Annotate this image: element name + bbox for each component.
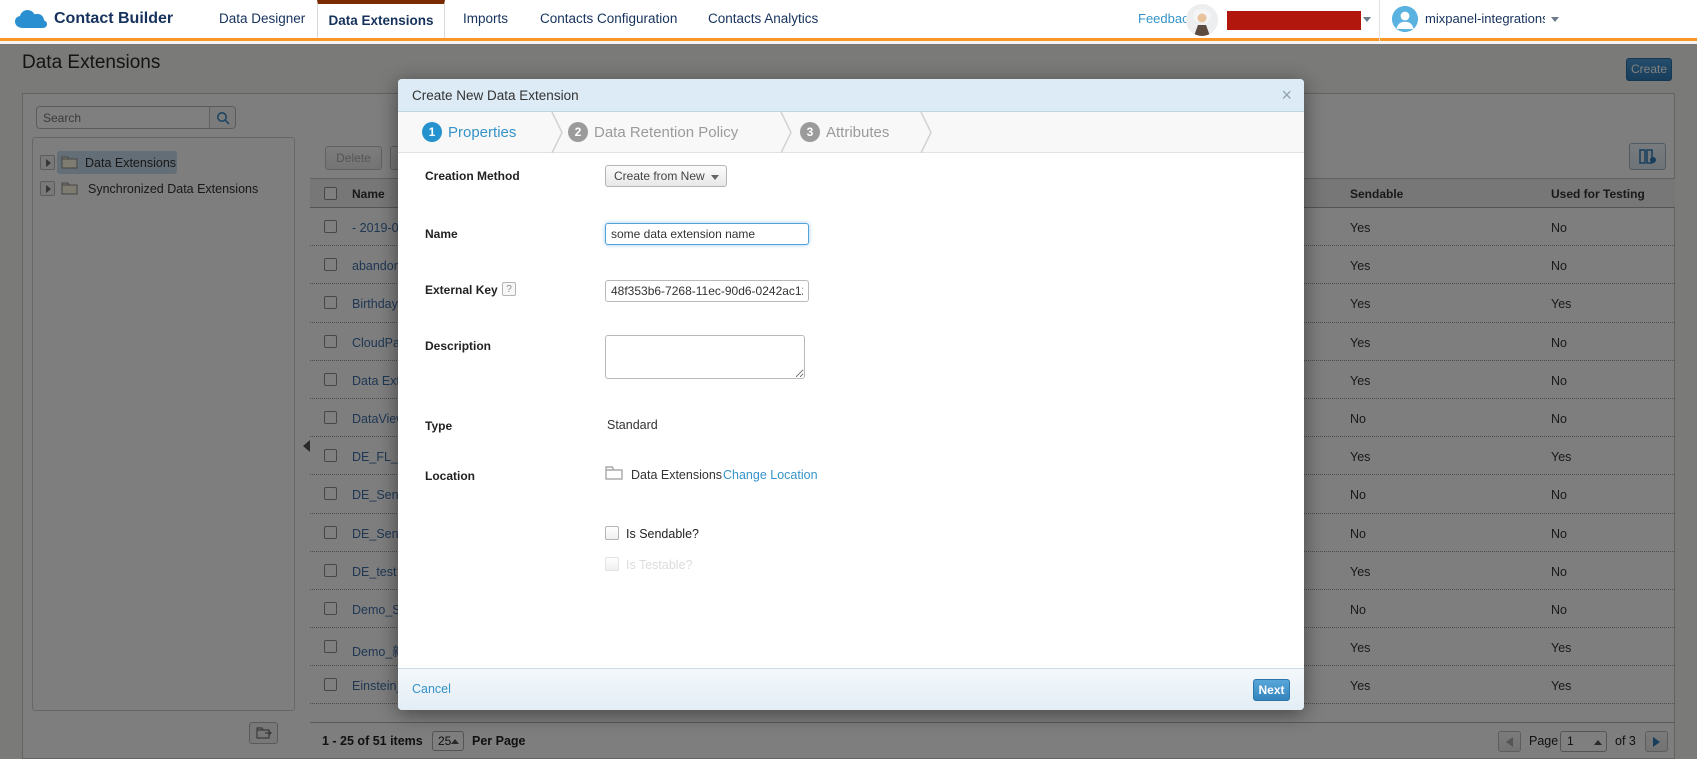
type-label: Type	[425, 419, 452, 433]
step-1-badge: 1	[422, 122, 442, 142]
step-data-retention-policy[interactable]: Data Retention Policy	[594, 112, 738, 153]
cloud-logo-icon	[14, 8, 48, 37]
creation-method-value: Create from New	[614, 169, 705, 183]
modal-footer: Cancel Next	[398, 668, 1304, 710]
step-separator-icon	[779, 112, 793, 153]
name-label: Name	[425, 227, 458, 241]
folder-icon	[605, 466, 623, 485]
step-3-badge: 3	[800, 122, 820, 142]
is-sendable-label: Is Sendable?	[626, 527, 699, 541]
app-title: Contact Builder	[54, 0, 173, 38]
change-location-link[interactable]: Change Location	[723, 468, 818, 482]
close-icon[interactable]: ×	[1281, 79, 1292, 112]
modal-title: Create New Data Extension	[412, 88, 579, 103]
modal-title-bar: Create New Data Extension ×	[398, 79, 1304, 112]
tab-data-extensions[interactable]: Data Extensions	[317, 0, 445, 38]
user-avatar-icon[interactable]	[1392, 6, 1418, 32]
step-2-badge: 2	[568, 122, 588, 142]
step-properties[interactable]: Properties	[448, 112, 516, 153]
name-input[interactable]	[605, 223, 809, 245]
tab-contacts-analytics[interactable]: Contacts Analytics	[708, 0, 818, 38]
help-icon[interactable]: ?	[502, 282, 516, 296]
username-label[interactable]: mixpanel-integrations...	[1425, 0, 1545, 38]
location-label: Location	[425, 469, 475, 483]
step-separator-icon	[919, 112, 933, 153]
creation-method-dropdown[interactable]: Create from New	[605, 165, 727, 187]
wizard-steps-bar: 1 Properties 2 Data Retention Policy 3 A…	[398, 112, 1304, 153]
is-testable-label: Is Testable?	[626, 558, 692, 572]
chevron-down-icon	[711, 175, 719, 180]
einstein-avatar[interactable]	[1186, 4, 1218, 36]
top-nav-bar: Contact Builder Data Designer Data Exten…	[0, 0, 1697, 41]
location-value: Data Extensions	[631, 468, 722, 482]
tab-data-designer[interactable]: Data Designer	[219, 0, 305, 38]
account-caret-icon[interactable]	[1363, 17, 1371, 22]
header-divider	[1379, 0, 1380, 41]
external-key-input[interactable]	[605, 280, 809, 302]
is-testable-checkbox	[605, 557, 619, 571]
step-attributes[interactable]: Attributes	[826, 112, 889, 153]
creation-method-label: Creation Method	[425, 169, 520, 183]
tab-contacts-configuration[interactable]: Contacts Configuration	[540, 0, 677, 38]
next-button[interactable]: Next	[1253, 679, 1290, 701]
is-sendable-checkbox[interactable]	[605, 526, 619, 540]
cancel-link[interactable]: Cancel	[412, 682, 451, 696]
create-data-extension-modal: Create New Data Extension × 1 Properties…	[398, 79, 1304, 710]
description-label: Description	[425, 339, 491, 353]
external-key-label: External Key	[425, 283, 498, 297]
app-window: Contact Builder Data Designer Data Exten…	[0, 0, 1697, 759]
redacted-account-badge[interactable]	[1227, 11, 1361, 30]
description-textarea[interactable]	[605, 335, 805, 379]
step-separator-icon	[550, 112, 564, 153]
tab-imports[interactable]: Imports	[463, 0, 508, 38]
type-value: Standard	[607, 418, 658, 432]
user-menu-caret-icon[interactable]	[1551, 17, 1559, 22]
